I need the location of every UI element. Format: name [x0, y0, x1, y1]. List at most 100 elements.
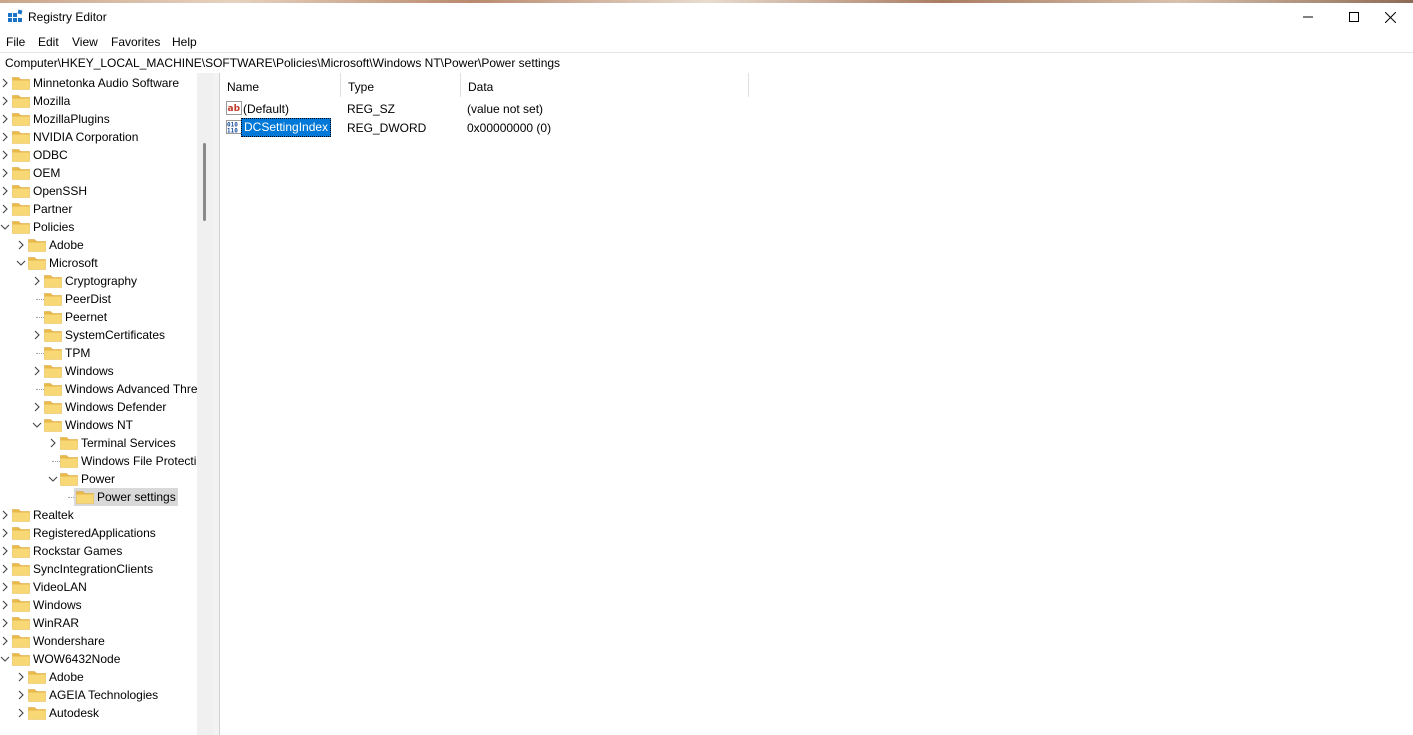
chevron-right-icon[interactable] [0, 509, 11, 521]
menu-edit[interactable]: Edit [38, 35, 59, 49]
chevron-right-icon[interactable] [0, 149, 11, 161]
value-row-dcsettingindex[interactable]: 010 110 DCSettingIndex REG_DWORD 0x00000… [220, 118, 820, 137]
chevron-right-icon[interactable] [31, 401, 43, 413]
tree-node-label: ODBC [33, 148, 68, 162]
value-data: (value not set) [467, 102, 544, 116]
chevron-down-icon[interactable] [15, 257, 27, 269]
tree-node[interactable]: Mozilla [0, 92, 200, 110]
chevron-right-icon[interactable] [15, 689, 27, 701]
tree-node[interactable]: SyncIntegrationClients [0, 560, 200, 578]
tree-node[interactable]: Peernet [0, 308, 200, 326]
address-path[interactable]: Computer\HKEY_LOCAL_MACHINE\SOFTWARE\Pol… [5, 56, 560, 70]
chevron-right-icon[interactable] [15, 671, 27, 683]
tree-node[interactable]: Wondershare [0, 632, 200, 650]
menu-view[interactable]: View [72, 35, 98, 49]
chevron-right-icon[interactable] [47, 437, 59, 449]
folder-icon [12, 113, 30, 126]
chevron-right-icon[interactable] [0, 77, 11, 89]
chevron-down-icon[interactable] [31, 419, 43, 431]
tree-node[interactable]: NVIDIA Corporation [0, 128, 200, 146]
tree-node[interactable]: TPM [0, 344, 200, 362]
tree-node[interactable]: RegisteredApplications [0, 524, 200, 542]
chevron-right-icon[interactable] [0, 563, 11, 575]
tree-scrollbar-thumb[interactable] [203, 143, 206, 221]
chevron-right-icon[interactable] [0, 185, 11, 197]
menu-favorites[interactable]: Favorites [111, 35, 160, 49]
close-button[interactable] [1367, 3, 1413, 31]
chevron-right-icon[interactable] [31, 329, 43, 341]
chevron-right-icon[interactable] [0, 203, 11, 215]
tree-node-label: Power [81, 472, 116, 486]
tree-node[interactable]: OpenSSH [0, 182, 200, 200]
chevron-right-icon[interactable] [15, 239, 27, 251]
tree-node[interactable]: MozillaPlugins [0, 110, 200, 128]
tree-node[interactable]: Windows Advanced Thre [0, 380, 200, 398]
chevron-right-icon[interactable] [0, 617, 11, 629]
value-list[interactable]: Name Type Data ab (Default) REG_SZ (valu… [220, 73, 1413, 735]
tree-node[interactable]: Minnetonka Audio Software [0, 74, 200, 92]
tree-node[interactable]: Adobe [0, 668, 200, 686]
menu-file[interactable]: File [6, 35, 25, 49]
tree-node[interactable]: Windows [0, 596, 200, 614]
folder-icon [44, 419, 62, 432]
chevron-right-icon[interactable] [0, 95, 11, 107]
tree-connector [52, 461, 60, 462]
folder-icon [12, 599, 30, 612]
tree-node[interactable]: Rockstar Games [0, 542, 200, 560]
chevron-down-icon[interactable] [47, 473, 59, 485]
chevron-right-icon[interactable] [0, 581, 11, 593]
column-header-data[interactable]: Data [461, 73, 749, 97]
tree-node[interactable]: SystemCertificates [0, 326, 200, 344]
chevron-right-icon[interactable] [0, 635, 11, 647]
chevron-right-icon[interactable] [15, 707, 27, 719]
tree-node[interactable]: Adobe [0, 236, 200, 254]
tree-node[interactable]: Power [0, 470, 200, 488]
chevron-right-icon[interactable] [0, 131, 11, 143]
tree-node[interactable]: Policies [0, 218, 200, 236]
chevron-right-icon[interactable] [0, 167, 11, 179]
folder-icon [12, 95, 30, 108]
chevron-right-icon[interactable] [0, 113, 11, 125]
chevron-right-icon[interactable] [31, 275, 43, 287]
tree-node[interactable]: Windows Defender [0, 398, 200, 416]
chevron-down-icon[interactable] [0, 221, 11, 233]
chevron-right-icon[interactable] [31, 365, 43, 377]
tree-node[interactable]: Autodesk [0, 704, 200, 722]
registry-key-tree[interactable]: Minnetonka Audio Software Mozilla MozillaP… [0, 73, 213, 735]
tree-node[interactable]: Power settings [0, 488, 200, 506]
tree-node[interactable]: Windows [0, 362, 200, 380]
tree-node[interactable]: Windows File Protecti [0, 452, 200, 470]
value-type: REG_SZ [347, 102, 396, 116]
column-header-name[interactable]: Name [220, 73, 341, 97]
tree-node[interactable]: OEM [0, 164, 200, 182]
address-bar[interactable]: Computer\HKEY_LOCAL_MACHINE\SOFTWARE\Pol… [0, 52, 1413, 74]
folder-icon [44, 383, 62, 396]
column-header-type[interactable]: Type [341, 73, 461, 97]
chevron-right-icon[interactable] [0, 527, 11, 539]
value-row-default[interactable]: ab (Default) REG_SZ (value not set) [220, 99, 820, 118]
tree-scrollbar[interactable] [197, 73, 213, 735]
chevron-right-icon[interactable] [0, 545, 11, 557]
tree-node[interactable]: ODBC [0, 146, 200, 164]
tree-node[interactable]: VideoLAN [0, 578, 200, 596]
tree-node[interactable]: AGEIA Technologies [0, 686, 200, 704]
folder-icon [44, 365, 62, 378]
tree-node[interactable]: WinRAR [0, 614, 200, 632]
menu-help[interactable]: Help [172, 35, 197, 49]
minimize-button[interactable] [1285, 3, 1331, 31]
tree-node[interactable]: Microsoft [0, 254, 200, 272]
tree-node[interactable]: Realtek [0, 506, 200, 524]
chevron-right-icon[interactable] [0, 599, 11, 611]
chevron-down-icon[interactable] [0, 653, 11, 665]
folder-icon [12, 509, 30, 522]
tree-node[interactable]: Terminal Services [0, 434, 200, 452]
pane-splitter[interactable] [213, 73, 220, 735]
tree-node-label: OEM [33, 166, 61, 180]
tree-node[interactable]: PeerDist [0, 290, 200, 308]
tree-node[interactable]: WOW6432Node [0, 650, 200, 668]
tree-node[interactable]: Windows NT [0, 416, 200, 434]
title-bar[interactable]: Registry Editor [0, 3, 1413, 31]
tree-node[interactable]: Cryptography [0, 272, 200, 290]
tree-node-label: Windows Defender [65, 400, 167, 414]
tree-node[interactable]: Partner [0, 200, 200, 218]
